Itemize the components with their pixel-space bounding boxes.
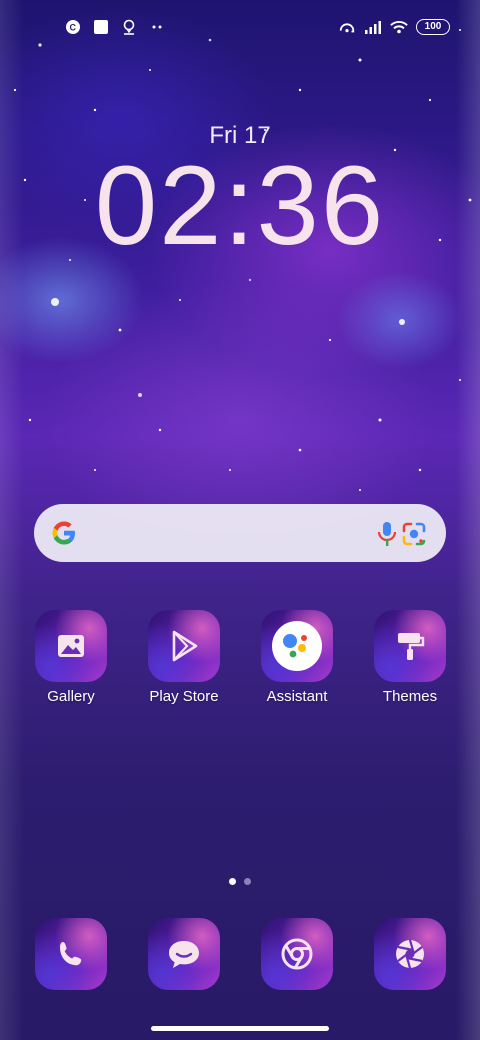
gesture-navigation-bar[interactable] [151, 1026, 329, 1031]
status-bar-left: C [64, 18, 166, 36]
app-themes[interactable]: Themes [362, 610, 458, 705]
clock-time[interactable]: 02:36 [0, 150, 480, 262]
play-store-icon[interactable] [148, 610, 220, 682]
app-assistant[interactable]: Assistant [249, 610, 345, 705]
dock-camera[interactable] [362, 918, 458, 990]
google-search-bar[interactable] [34, 504, 446, 562]
chrome-icon[interactable] [261, 918, 333, 990]
signal-icon [364, 18, 382, 36]
app-notification-icon: C [64, 18, 82, 36]
assistant-icon[interactable] [261, 610, 333, 682]
wifi-icon [390, 18, 408, 36]
app-label: Assistant [266, 688, 328, 705]
themes-icon[interactable] [374, 610, 446, 682]
status-bar-right: 100 [338, 18, 450, 36]
google-lens-icon[interactable] [400, 520, 428, 548]
messages-icon[interactable] [148, 918, 220, 990]
dock-phone[interactable] [23, 918, 119, 990]
camera-icon[interactable] [374, 918, 446, 990]
dock-chrome[interactable] [249, 918, 345, 990]
dock-messages[interactable] [136, 918, 232, 990]
more-dots-icon [148, 18, 166, 36]
google-g-icon [50, 519, 78, 547]
location-icon [120, 18, 138, 36]
assistant-logo [272, 621, 322, 671]
svg-text:C: C [70, 23, 77, 33]
page-dot [244, 878, 251, 885]
app-label: Play Store [149, 688, 219, 705]
app-play-store[interactable]: Play Store [136, 610, 232, 705]
app-label: Themes [382, 688, 438, 705]
status-bar: C 100 [0, 0, 480, 56]
gallery-icon[interactable] [35, 610, 107, 682]
voice-search-mic-icon[interactable] [374, 520, 400, 548]
phone-icon[interactable] [35, 918, 107, 990]
square-notification-icon [92, 18, 110, 36]
hotspot-icon [338, 18, 356, 36]
battery-indicator: 100 [416, 19, 450, 35]
page-dot-active [229, 878, 236, 885]
app-label: Gallery [47, 688, 95, 705]
page-indicator [0, 878, 480, 885]
app-gallery[interactable]: Gallery [23, 610, 119, 705]
